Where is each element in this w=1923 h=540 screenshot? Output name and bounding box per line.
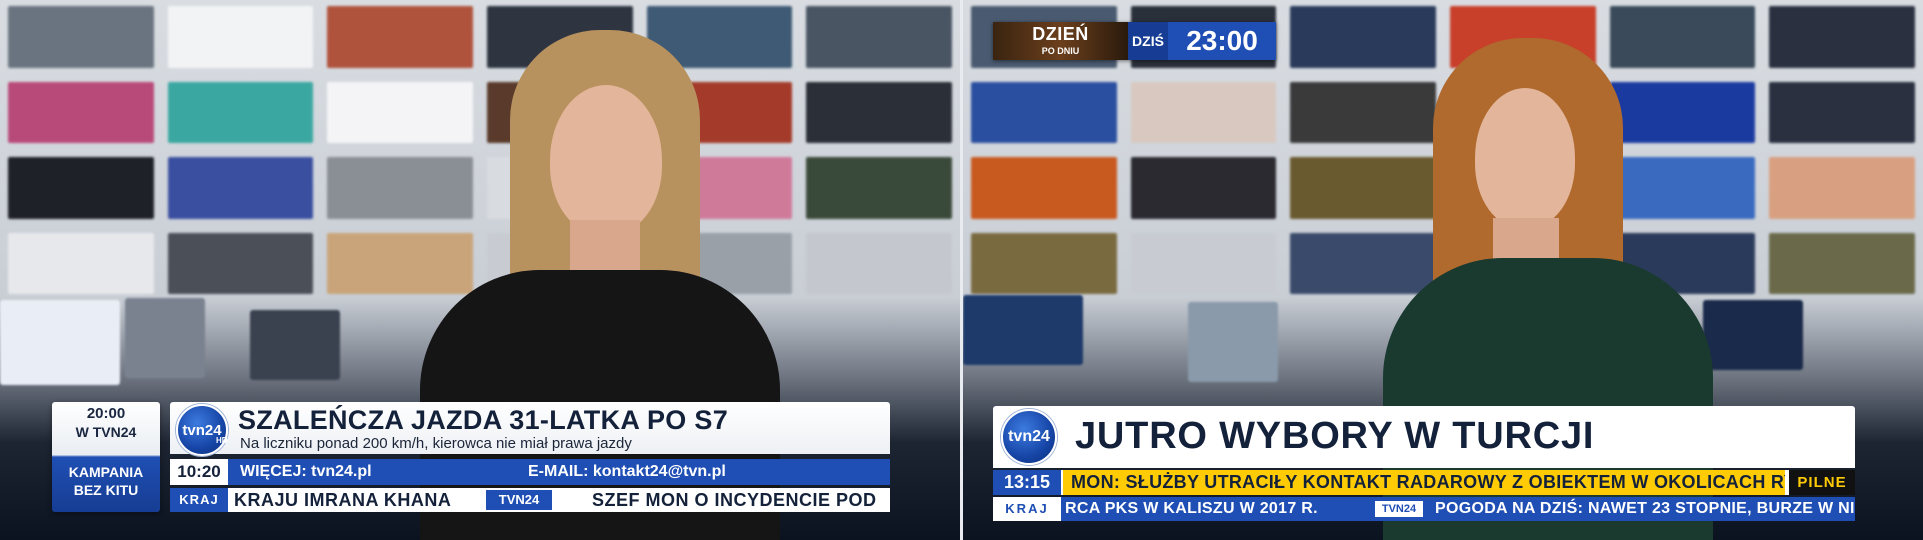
headline-title: JUTRO WYBORY W TURCJI	[1075, 415, 1595, 457]
clock: 13:15	[993, 470, 1061, 495]
promo-title-box: DZIEŃ PO DNIU	[993, 22, 1128, 60]
ticker-category: KRAJ	[993, 497, 1061, 521]
ticker-item: KRAJU IMRANA KHANA	[234, 490, 452, 510]
promo-subtitle: PO DNIU	[1041, 46, 1080, 56]
news-ticker: KRAJ KRAJU IMRANA KHANA TVN24 SZEF MON O…	[170, 488, 890, 512]
schedule-time: 20:00	[86, 405, 126, 422]
schedule-box: 20:00 W TVN24 KAMPANIA BEZ KITU	[52, 402, 160, 512]
tvn24-logo-icon: tvn24	[1001, 409, 1057, 465]
ticker-category: KRAJ	[170, 488, 228, 512]
clock: 10:20	[170, 459, 228, 485]
info-bar: 10:20 WIĘCEJ: tvn24.pl E-MAIL: kontakt24…	[170, 459, 890, 485]
promo-hour: 23:00	[1168, 22, 1276, 60]
desk-monitor	[963, 295, 1083, 365]
program-promo-banner: DZIEŃ PO DNIU DZIŚ 23:00	[993, 22, 1276, 60]
desk-monitor	[125, 298, 205, 378]
tvn24-logo-icon: tvn24	[176, 404, 228, 456]
breaking-news-text: MON: SŁUŻBY UTRACIŁY KONTAKT RADAROWY Z …	[1063, 470, 1785, 495]
ticker-separator-logo: TVN24	[486, 490, 552, 510]
headline-title: SZALEŃCZA JAZDA 31-LATKA PO S7	[238, 405, 729, 435]
desk-monitor	[1703, 300, 1803, 370]
headline-bar: tvn24 HD SZALEŃCZA JAZDA 31-LATKA PO S7 …	[170, 402, 890, 456]
email-contact: E-MAIL: kontakt24@tvn.pl	[528, 463, 726, 480]
ticker-item: POGODA NA DZIŚ: NAWET 23 STOPNIE, BURZE …	[1435, 500, 1855, 517]
desk-monitor	[0, 300, 120, 385]
promo-title: DZIEŃ	[1032, 24, 1089, 44]
urgent-badge: PILNE	[1789, 470, 1855, 495]
hd-badge: HD	[216, 436, 228, 445]
left-broadcast-frame: 20:00 W TVN24 KAMPANIA BEZ KITU tvn24 HD…	[0, 0, 960, 540]
right-broadcast-frame: DZIEŃ PO DNIU DZIŚ 23:00 tvn24 JUTRO WYB…	[963, 0, 1923, 540]
desk-monitor	[1188, 302, 1278, 382]
schedule-program-line2: BEZ KITU	[73, 482, 139, 498]
ticker-item: SZEF MON O INCYDENCIE POD	[592, 490, 877, 510]
ticker-item: RCA PKS W KALISZU W 2017 R.	[1065, 500, 1318, 517]
promo-day: DZIŚ	[1128, 22, 1168, 60]
news-ticker: KRAJ RCA PKS W KALISZU W 2017 R. TVN24 P…	[993, 497, 1855, 521]
schedule-channel: W TVN24	[75, 424, 137, 440]
ticker-separator-logo: TVN24	[1375, 501, 1423, 517]
breaking-news-bar: 13:15 MON: SŁUŻBY UTRACIŁY KONTAKT RADAR…	[993, 470, 1855, 495]
desk-monitor	[250, 310, 340, 380]
logo-text: tvn24	[1008, 428, 1050, 445]
headline-bar: tvn24 JUTRO WYBORY W TURCJI	[993, 406, 1855, 468]
schedule-program-line1: KAMPANIA	[68, 464, 144, 480]
headline-subtitle: Na liczniku ponad 200 km/h, kierowca nie…	[240, 435, 632, 452]
more-info-link: WIĘCEJ: tvn24.pl	[240, 463, 372, 480]
